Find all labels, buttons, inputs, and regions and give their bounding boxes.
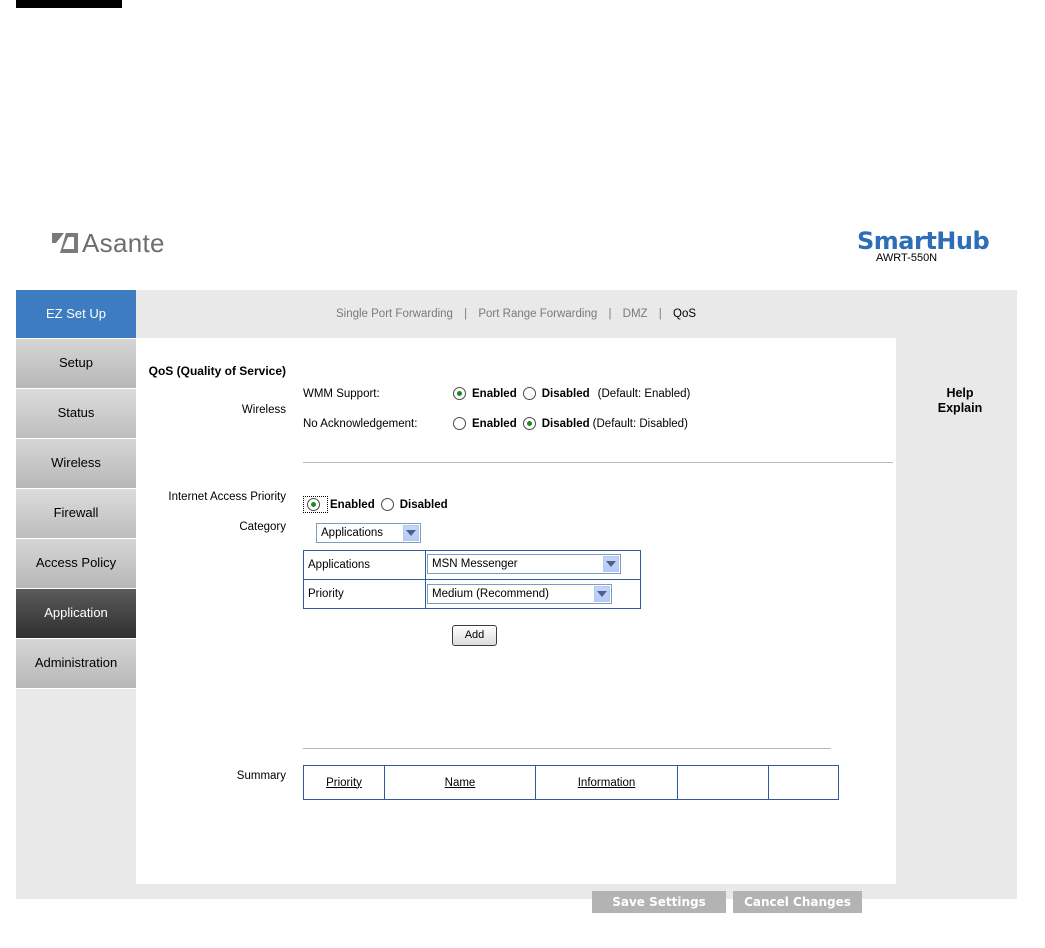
logo-text: Asante xyxy=(82,228,165,258)
summary-header-empty-2 xyxy=(768,765,839,800)
asante-logo-icon xyxy=(52,233,78,253)
priority-select[interactable]: Medium (Recommend) xyxy=(427,584,612,604)
priority-label: Priority xyxy=(303,579,426,609)
help-title: Help xyxy=(946,386,974,400)
summary-label: Summary xyxy=(236,770,286,782)
category-select[interactable]: Applications xyxy=(316,523,421,543)
section-divider xyxy=(303,462,893,463)
summary-header-empty-1 xyxy=(677,765,769,800)
cancel-changes-button[interactable]: Cancel Changes xyxy=(733,891,862,913)
sidebar-item-access-policy[interactable]: Access Policy xyxy=(16,539,136,589)
summary-header-information: Information xyxy=(535,765,678,800)
tab-separator: | xyxy=(464,308,468,320)
iap-disabled-radio[interactable] xyxy=(380,498,394,511)
iap-enabled-focus xyxy=(303,496,328,513)
wmm-disabled-label: Disabled xyxy=(541,387,590,400)
applications-select-value: MSN Messenger xyxy=(432,558,518,570)
asante-logo: Asante xyxy=(52,228,165,259)
chevron-down-icon xyxy=(594,586,610,602)
sidebar-item-firewall[interactable]: Firewall xyxy=(16,489,136,539)
help-column xyxy=(896,338,1017,884)
wireless-label: Wireless xyxy=(241,404,286,416)
applications-select[interactable]: MSN Messenger xyxy=(427,554,621,574)
tab-separator: | xyxy=(658,308,662,320)
category-label: Category xyxy=(239,521,286,533)
summary-header-priority-label[interactable]: Priority xyxy=(326,777,362,789)
no-ack-default-note: (Default: Disabled) xyxy=(592,417,688,430)
sidebar-item-ez-setup[interactable]: EZ Set Up xyxy=(16,290,136,339)
applications-cell: MSN Messenger xyxy=(425,550,641,580)
brand-name: SmartHub xyxy=(857,227,990,255)
table-row: Priority Name Information xyxy=(303,765,839,800)
help-explain-link[interactable]: Explain xyxy=(915,401,1005,416)
tab-port-range-forwarding[interactable]: Port Range Forwarding xyxy=(478,308,597,320)
wmm-default-note: (Default: Enabled) xyxy=(597,387,691,400)
no-ack-row: No Acknowledgement: Enabled Disabled (De… xyxy=(303,417,688,430)
tab-single-port-forwarding[interactable]: Single Port Forwarding xyxy=(336,308,453,320)
no-ack-disabled-radio[interactable] xyxy=(522,417,536,430)
sidebar-item-administration[interactable]: Administration xyxy=(16,639,136,689)
iap-disabled-label: Disabled xyxy=(399,498,448,511)
add-button[interactable]: Add xyxy=(452,625,497,646)
sub-tab-bar: Single Port Forwarding | Port Range Forw… xyxy=(136,290,896,338)
table-row: Applications MSN Messenger xyxy=(303,550,641,580)
no-ack-disabled-label: Disabled xyxy=(541,417,590,430)
sidebar-item-status[interactable]: Status xyxy=(16,389,136,439)
summary-header-information-label[interactable]: Information xyxy=(578,777,636,789)
wmm-enabled-radio[interactable] xyxy=(453,387,466,400)
table-row: Priority Medium (Recommend) xyxy=(303,579,641,609)
no-ack-enabled-radio[interactable] xyxy=(453,417,466,430)
wmm-support-row: WMM Support: Enabled Disabled (Default: … xyxy=(303,387,690,400)
wmm-enabled-label: Enabled xyxy=(472,387,517,400)
summary-header-priority: Priority xyxy=(303,765,385,800)
internet-access-priority-label: Internet Access Priority xyxy=(168,491,286,503)
application-priority-table: Applications MSN Messenger Priority Medi… xyxy=(303,550,641,609)
sidebar-item-wireless[interactable]: Wireless xyxy=(16,439,136,489)
sidebar-item-setup[interactable]: Setup xyxy=(16,339,136,389)
internet-access-priority-row: Enabled Disabled xyxy=(303,496,454,513)
brand-block: SmartHub AWRT-550N xyxy=(857,227,990,293)
priority-cell: Medium (Recommend) xyxy=(425,579,641,609)
priority-select-value: Medium (Recommend) xyxy=(432,588,549,600)
no-ack-label: No Acknowledgement: xyxy=(303,417,418,430)
save-settings-button[interactable]: Save Settings xyxy=(592,891,726,913)
wmm-disabled-radio[interactable] xyxy=(522,387,536,400)
tab-separator: | xyxy=(608,308,612,320)
chevron-down-icon xyxy=(403,525,419,541)
chevron-down-icon xyxy=(603,556,619,572)
qos-section-title: QoS (Quality of Service) xyxy=(148,364,286,378)
sidebar: EZ Set Up Setup Status Wireless Firewall… xyxy=(16,290,136,689)
summary-header-name: Name xyxy=(384,765,536,800)
no-ack-enabled-label: Enabled xyxy=(472,417,517,430)
summary-divider xyxy=(303,748,831,749)
top-black-bar xyxy=(16,0,122,8)
iap-enabled-label: Enabled xyxy=(330,498,375,511)
summary-table: Priority Name Information xyxy=(303,765,839,800)
wmm-support-label: WMM Support: xyxy=(303,387,380,400)
iap-enabled-radio[interactable] xyxy=(307,498,320,511)
applications-label: Applications xyxy=(303,550,426,580)
tab-qos[interactable]: QoS xyxy=(673,308,696,320)
summary-header-name-label[interactable]: Name xyxy=(445,777,476,789)
help-text: Help Explain xyxy=(915,386,1005,416)
tab-dmz[interactable]: DMZ xyxy=(623,308,648,320)
category-select-value: Applications xyxy=(321,527,384,539)
sidebar-item-application[interactable]: Application xyxy=(16,589,136,639)
